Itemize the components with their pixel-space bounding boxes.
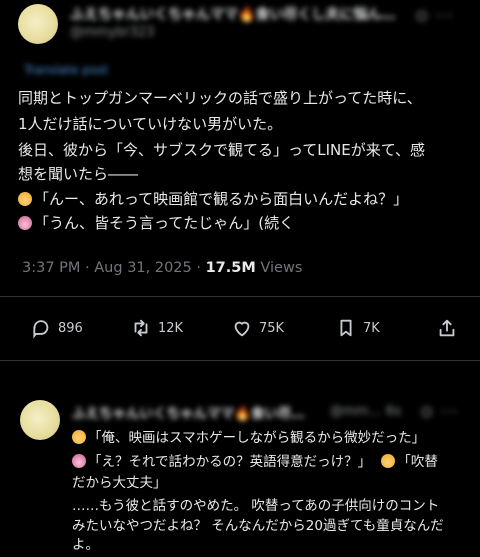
bookmark-button[interactable]: 7K (335, 316, 380, 340)
reply-icon (33, 320, 49, 339)
woman-emoji-icon (72, 454, 86, 468)
post-text-line: 「んー、あれって映画館で観るから面白いんだよね？」 (18, 189, 408, 209)
like-count: 75K (259, 320, 285, 336)
reply-text-line: 「俺、映画はスマホゲーしながら観るから微妙だった」 (72, 428, 425, 448)
meta-separator: · (196, 260, 201, 276)
author-avatar[interactable] (18, 4, 58, 44)
man-emoji-icon (72, 430, 86, 444)
man-emoji-icon (18, 192, 32, 206)
repost-button[interactable]: 12K (130, 316, 183, 340)
bookmark-count: 7K (363, 320, 380, 336)
woman-emoji-icon (18, 216, 32, 230)
repost-count: 12K (158, 320, 184, 336)
reply-text-line: みたいなやつだよね？ そんなんだから20過ぎても童貞なんだ (72, 518, 444, 534)
author-handle[interactable]: @mmybr323 (70, 25, 154, 40)
post-text-line: 想を聞いたら―― (18, 165, 139, 183)
post-text-line: 「うん、皆そう言ってたじゃん」(続く (18, 213, 294, 233)
more-options-icon[interactable]: ⊙ ··· (415, 6, 454, 25)
reply-author-name[interactable]: ふえちゃんいくちゃんママ🔥食い尽… (72, 402, 305, 422)
reply-text-line: よ。 (72, 537, 99, 553)
reply-author-handle[interactable]: @mm… (330, 404, 381, 419)
reply-button[interactable]: 896 (30, 316, 83, 340)
views-label: Views (260, 260, 303, 276)
divider (0, 360, 480, 361)
reply-time[interactable]: 6s (386, 404, 401, 419)
post-text-line: 1人だけ話についていけない男がいた。 (18, 115, 283, 133)
bookmark-icon (340, 319, 352, 337)
repost-icon (134, 319, 148, 337)
man-emoji-icon (381, 454, 396, 468)
reply-more-options-icon[interactable]: ⊙ ··· (420, 402, 459, 421)
post-meta: 3:37 PM · Aug 31, 2025 · 17.5M Views (22, 260, 302, 276)
post-time[interactable]: 3:37 PM (22, 260, 80, 276)
views-count: 17.5M (205, 260, 256, 276)
divider (0, 296, 480, 297)
post-date[interactable]: Aug 31, 2025 (94, 260, 192, 276)
reply-text-line: ……もう彼と話すのやめた。 吹替ってあの子供向けのコント (72, 498, 440, 514)
author-name[interactable]: ふえちゃんいくちゃんママ🔥食い尽くし夫に悩ん… (70, 4, 395, 24)
share-button[interactable] (436, 316, 458, 340)
like-button[interactable]: 75K (231, 316, 284, 340)
reply-text-line: 「え？それで話わかるの？英語得意だっけ？」 「吹替 (72, 452, 438, 472)
post-text-line: 同期とトップガンマーベリックの話で盛り上がってた時に、 (18, 89, 422, 107)
heart-icon (234, 321, 250, 337)
reply-author-avatar[interactable] (20, 400, 60, 440)
share-icon (439, 319, 455, 337)
reply-text-line: だから大丈夫」 (72, 475, 167, 491)
translate-post-link[interactable]: Translate post (24, 63, 108, 77)
reply-count: 896 (58, 320, 83, 336)
post-text-line: 後日、彼から「今、サブスクで観てる」ってLINEが来て、感 (18, 141, 425, 159)
meta-separator: · (85, 260, 90, 276)
